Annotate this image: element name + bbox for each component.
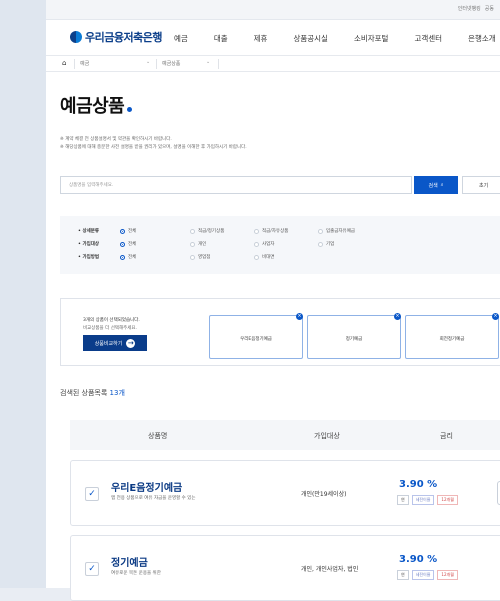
product-row[interactable]: ✓ 우리E음정기예금 앱 전용 상품으로 여유 자금을 운영할 수 있는 개인(… (70, 460, 500, 526)
breadcrumb: ⌂ 예금 ⌄ 예금상품 ⌄ (46, 56, 500, 72)
compare-button[interactable]: 상품비교하기 → (83, 335, 147, 351)
breadcrumb-level1[interactable]: 예금 (80, 60, 89, 67)
product-name[interactable]: 정기예금 (111, 554, 148, 569)
util-link-internet-banking[interactable]: 인터넷뱅킹 (458, 5, 481, 12)
nav-item-loan[interactable]: 대출 (214, 33, 228, 44)
compare-card-name: 회전정기예금 (439, 337, 465, 342)
page-title: 예금상품 (60, 92, 133, 118)
product-target: 개인(만19세이상) (301, 491, 347, 498)
column-header-name: 상품명 (148, 432, 168, 440)
chevron-down-icon[interactable]: ⌄ (206, 59, 210, 65)
nav-item-customer-center[interactable]: 고객센터 (414, 33, 442, 44)
compare-count-text: 3개의 상품이 선택되었습니다. (83, 318, 140, 323)
product-target: 개인, 개인사업자, 법인 (301, 566, 359, 573)
radio-option[interactable]: 입출금자유예금 (318, 228, 355, 234)
arrow-right-icon: → (126, 338, 136, 348)
compare-button-label: 상품비교하기 (94, 340, 123, 347)
result-count: 검색된 상품목록 13개 (60, 389, 125, 397)
nav-item-disclosure[interactable]: 상품공시실 (293, 33, 328, 44)
rate-badge: 연 (397, 495, 409, 505)
reset-button-label: 초기 (479, 183, 489, 189)
filter-label: • 가입대상 (78, 242, 100, 247)
rate-badge: 세전이율 (411, 570, 435, 580)
compare-sub-text: 비교상품을 더 선택해주세요. (83, 326, 137, 331)
bank-logo[interactable]: 우리금융저축은행 (70, 29, 162, 45)
product-checkbox[interactable]: ✓ (85, 487, 99, 501)
radio-option[interactable]: 기업 (318, 241, 334, 247)
rate-badge: 연 (397, 570, 409, 580)
nav-item-consumer-portal[interactable]: 소비자포털 (354, 33, 389, 44)
product-desc: 앱 전용 상품으로 여유 자금을 운영할 수 있는 (111, 496, 196, 501)
nav-item-partnership[interactable]: 제휴 (254, 33, 268, 44)
radio-option[interactable]: 사업자 (254, 241, 274, 247)
filter-label: • 상세분류 (78, 229, 100, 234)
result-count-number: 13개 (109, 389, 125, 397)
breadcrumb-level2[interactable]: 예금상품 (162, 60, 180, 67)
util-link-certificate[interactable]: 공동 (485, 5, 494, 12)
compare-card-name: 정기예금 (345, 337, 363, 342)
utility-bar: 인터넷뱅킹 공동 (46, 0, 500, 20)
search-placeholder: 상품명을 입력해주세요. (69, 183, 114, 188)
radio-option-all[interactable]: 전체 (120, 228, 136, 234)
product-name[interactable]: 우리E음정기예금 (111, 479, 182, 494)
title-dot-icon (127, 107, 133, 112)
breadcrumb-divider (74, 59, 75, 69)
product-rate: 3.90 % (399, 554, 438, 565)
reset-button[interactable]: 초기 (462, 176, 500, 194)
breadcrumb-divider (218, 59, 219, 69)
close-icon[interactable]: × (296, 313, 303, 320)
breadcrumb-divider (156, 59, 157, 69)
compare-card[interactable]: × 회전정기예금 (405, 313, 499, 359)
search-button[interactable]: 검색 ⌕ (414, 176, 458, 194)
radio-option[interactable]: 비대면 (254, 254, 274, 260)
radio-option[interactable]: 영업점 (190, 254, 210, 260)
radio-option[interactable]: 적금/정기상품 (190, 228, 224, 234)
radio-option-all[interactable]: 전체 (120, 241, 136, 247)
notice-line: ※ 해당상품에 대해 충분한 사전 설명을 받을 권리가 있으며, 설명을 이해… (60, 145, 247, 150)
search-icon: ⌕ (440, 182, 444, 188)
filter-panel: • 상세분류 전체 적금/정기상품 적금/자유상품 입출금자유예금 • 가입대상… (60, 216, 500, 274)
radio-option-all[interactable]: 전체 (120, 254, 136, 260)
nav-item-deposit[interactable]: 예금 (174, 33, 188, 44)
left-gutter (0, 0, 46, 588)
rate-badge: 12개월 (437, 495, 458, 505)
chevron-down-icon[interactable]: ⌄ (146, 59, 150, 65)
product-rate: 3.90 % (399, 479, 438, 490)
notice-line: ※ 계약 체결 전 상품설명서 및 약관을 확인하시기 바랍니다. (60, 137, 172, 142)
close-icon[interactable]: × (394, 313, 401, 320)
main-navigation: 우리금융저축은행 예금 대출 제휴 상품공시실 소비자포털 고객센터 은행소개 (46, 20, 500, 56)
compare-card[interactable]: × 우리E음정기예금 (209, 313, 303, 359)
rate-badge: 세전이율 (411, 495, 435, 505)
page: 인터넷뱅킹 공동 우리금융저축은행 예금 대출 제휴 상품공시실 소비자포털 고… (0, 0, 500, 601)
column-header-target: 가입대상 (314, 432, 340, 440)
compare-card[interactable]: × 정기예금 (307, 313, 401, 359)
product-desc: 여유로운 목돈 운용을 위한 (111, 571, 161, 576)
radio-option[interactable]: 적금/자유상품 (254, 228, 288, 234)
filter-label: • 가입방법 (78, 255, 100, 260)
close-icon[interactable]: × (492, 313, 499, 320)
logo-icon (70, 31, 82, 43)
product-row[interactable]: ✓ 정기예금 여유로운 목돈 운용을 위한 개인, 개인사업자, 법인 3.90… (70, 535, 500, 601)
home-icon[interactable]: ⌂ (62, 59, 66, 67)
logo-text: 우리금융저축은행 (85, 31, 162, 44)
search-input[interactable]: 상품명을 입력해주세요. (60, 176, 412, 194)
column-header-rate: 금리 (440, 432, 453, 440)
search-button-label: 검색 (428, 182, 438, 189)
compare-panel: 3개의 상품이 선택되었습니다. 비교상품을 더 선택해주세요. 상품비교하기 … (60, 298, 500, 366)
product-checkbox[interactable]: ✓ (85, 562, 99, 576)
radio-option[interactable]: 개인 (190, 241, 206, 247)
compare-card-name: 우리E음정기예금 (240, 337, 272, 342)
table-header: 상품명 가입대상 금리 (70, 420, 500, 450)
nav-item-about[interactable]: 은행소개 (468, 33, 496, 44)
rate-badge: 12개월 (437, 570, 458, 580)
